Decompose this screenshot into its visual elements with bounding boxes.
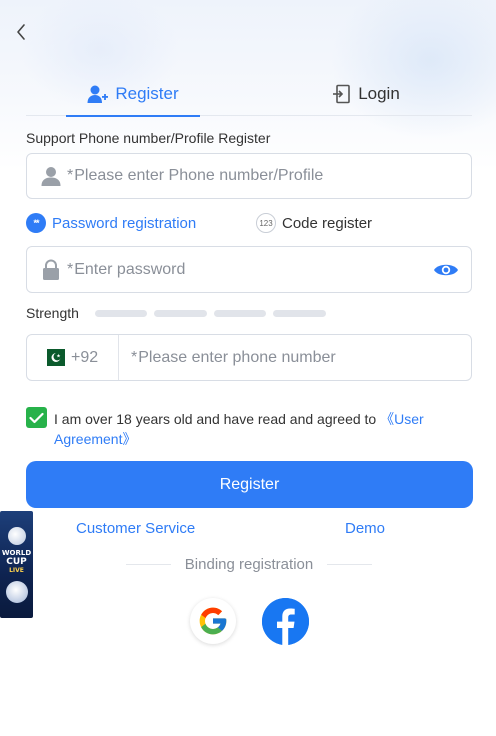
- required-mark: *: [67, 260, 74, 278]
- mode-code-label: Code register: [282, 214, 373, 232]
- strength-bar: [154, 309, 207, 317]
- required-mark: *: [131, 348, 138, 366]
- mode-code-register[interactable]: 123 Code register: [256, 211, 372, 235]
- code-mode-icon: 123: [256, 213, 276, 233]
- strength-label: Strength: [26, 305, 79, 321]
- binding-registration-label: Binding registration: [184, 555, 314, 573]
- facebook-login-button[interactable]: [262, 598, 309, 645]
- phone-profile-field[interactable]: *: [26, 153, 472, 199]
- mode-password-label: Password registration: [52, 214, 197, 232]
- customer-service-link[interactable]: Customer Service: [76, 520, 195, 537]
- password-field[interactable]: *: [26, 246, 472, 293]
- promo-line-3: LIVE: [9, 566, 24, 574]
- agreement-statement: I am over 18 years old and have read and…: [54, 411, 381, 427]
- binding-registration-divider: Binding registration: [126, 554, 373, 574]
- back-button[interactable]: [10, 20, 34, 44]
- auth-tabs: Register Login: [26, 72, 472, 117]
- password-mode-icon: **: [26, 213, 46, 233]
- required-mark: *: [67, 167, 74, 184]
- user-icon: [41, 167, 61, 186]
- promo-line-2: CUP: [6, 556, 27, 567]
- mobile-number-field[interactable]: +92 *: [26, 334, 472, 381]
- tab-register-label: Register: [115, 84, 179, 103]
- registration-mode-row: ** Password registration 123 Code regist…: [26, 211, 472, 235]
- demo-link[interactable]: Demo: [345, 520, 385, 537]
- tab-login-label: Login: [358, 84, 400, 103]
- trophy-ball-icon: [7, 526, 26, 545]
- google-icon: [199, 607, 227, 635]
- football-icon: [5, 580, 28, 603]
- agree-checkbox[interactable]: [26, 407, 47, 428]
- mobile-input-wrap: *: [119, 348, 471, 367]
- strength-bar: [273, 309, 326, 317]
- mobile-number-input[interactable]: [138, 348, 471, 367]
- strength-bar: [213, 309, 267, 317]
- divider-line: [126, 563, 171, 565]
- register-button[interactable]: Register: [26, 461, 473, 508]
- google-login-button[interactable]: [190, 598, 236, 644]
- strength-bar: [94, 309, 148, 317]
- phone-profile-input[interactable]: [74, 167, 471, 185]
- lock-icon: [43, 259, 59, 280]
- mode-password-registration[interactable]: ** Password registration: [26, 211, 196, 235]
- eye-icon[interactable]: [433, 261, 459, 279]
- agreement-row: I am over 18 years old and have read and…: [26, 407, 472, 451]
- check-icon: [29, 412, 44, 423]
- facebook-icon: [262, 598, 309, 645]
- agreement-text: I am over 18 years old and have read and…: [54, 409, 472, 449]
- country-code-selector[interactable]: +92: [27, 335, 119, 380]
- divider-line: [327, 563, 373, 565]
- chevron-left-icon: [17, 24, 25, 40]
- password-input[interactable]: [74, 260, 433, 279]
- dial-code: +92: [71, 348, 99, 366]
- pakistan-flag-icon: [41, 349, 65, 366]
- promo-line-1: WORLD: [1, 548, 32, 557]
- tab-active-indicator: [66, 115, 200, 117]
- user-add-icon: [87, 85, 109, 103]
- support-label: Support Phone number/Profile Register: [26, 130, 271, 146]
- login-door-icon: [333, 84, 350, 104]
- world-cup-live-banner[interactable]: WORLD CUP LIVE: [0, 511, 33, 618]
- password-strength: Strength: [26, 304, 326, 322]
- tab-login[interactable]: Login: [316, 72, 416, 116]
- tab-register[interactable]: Register: [66, 72, 200, 117]
